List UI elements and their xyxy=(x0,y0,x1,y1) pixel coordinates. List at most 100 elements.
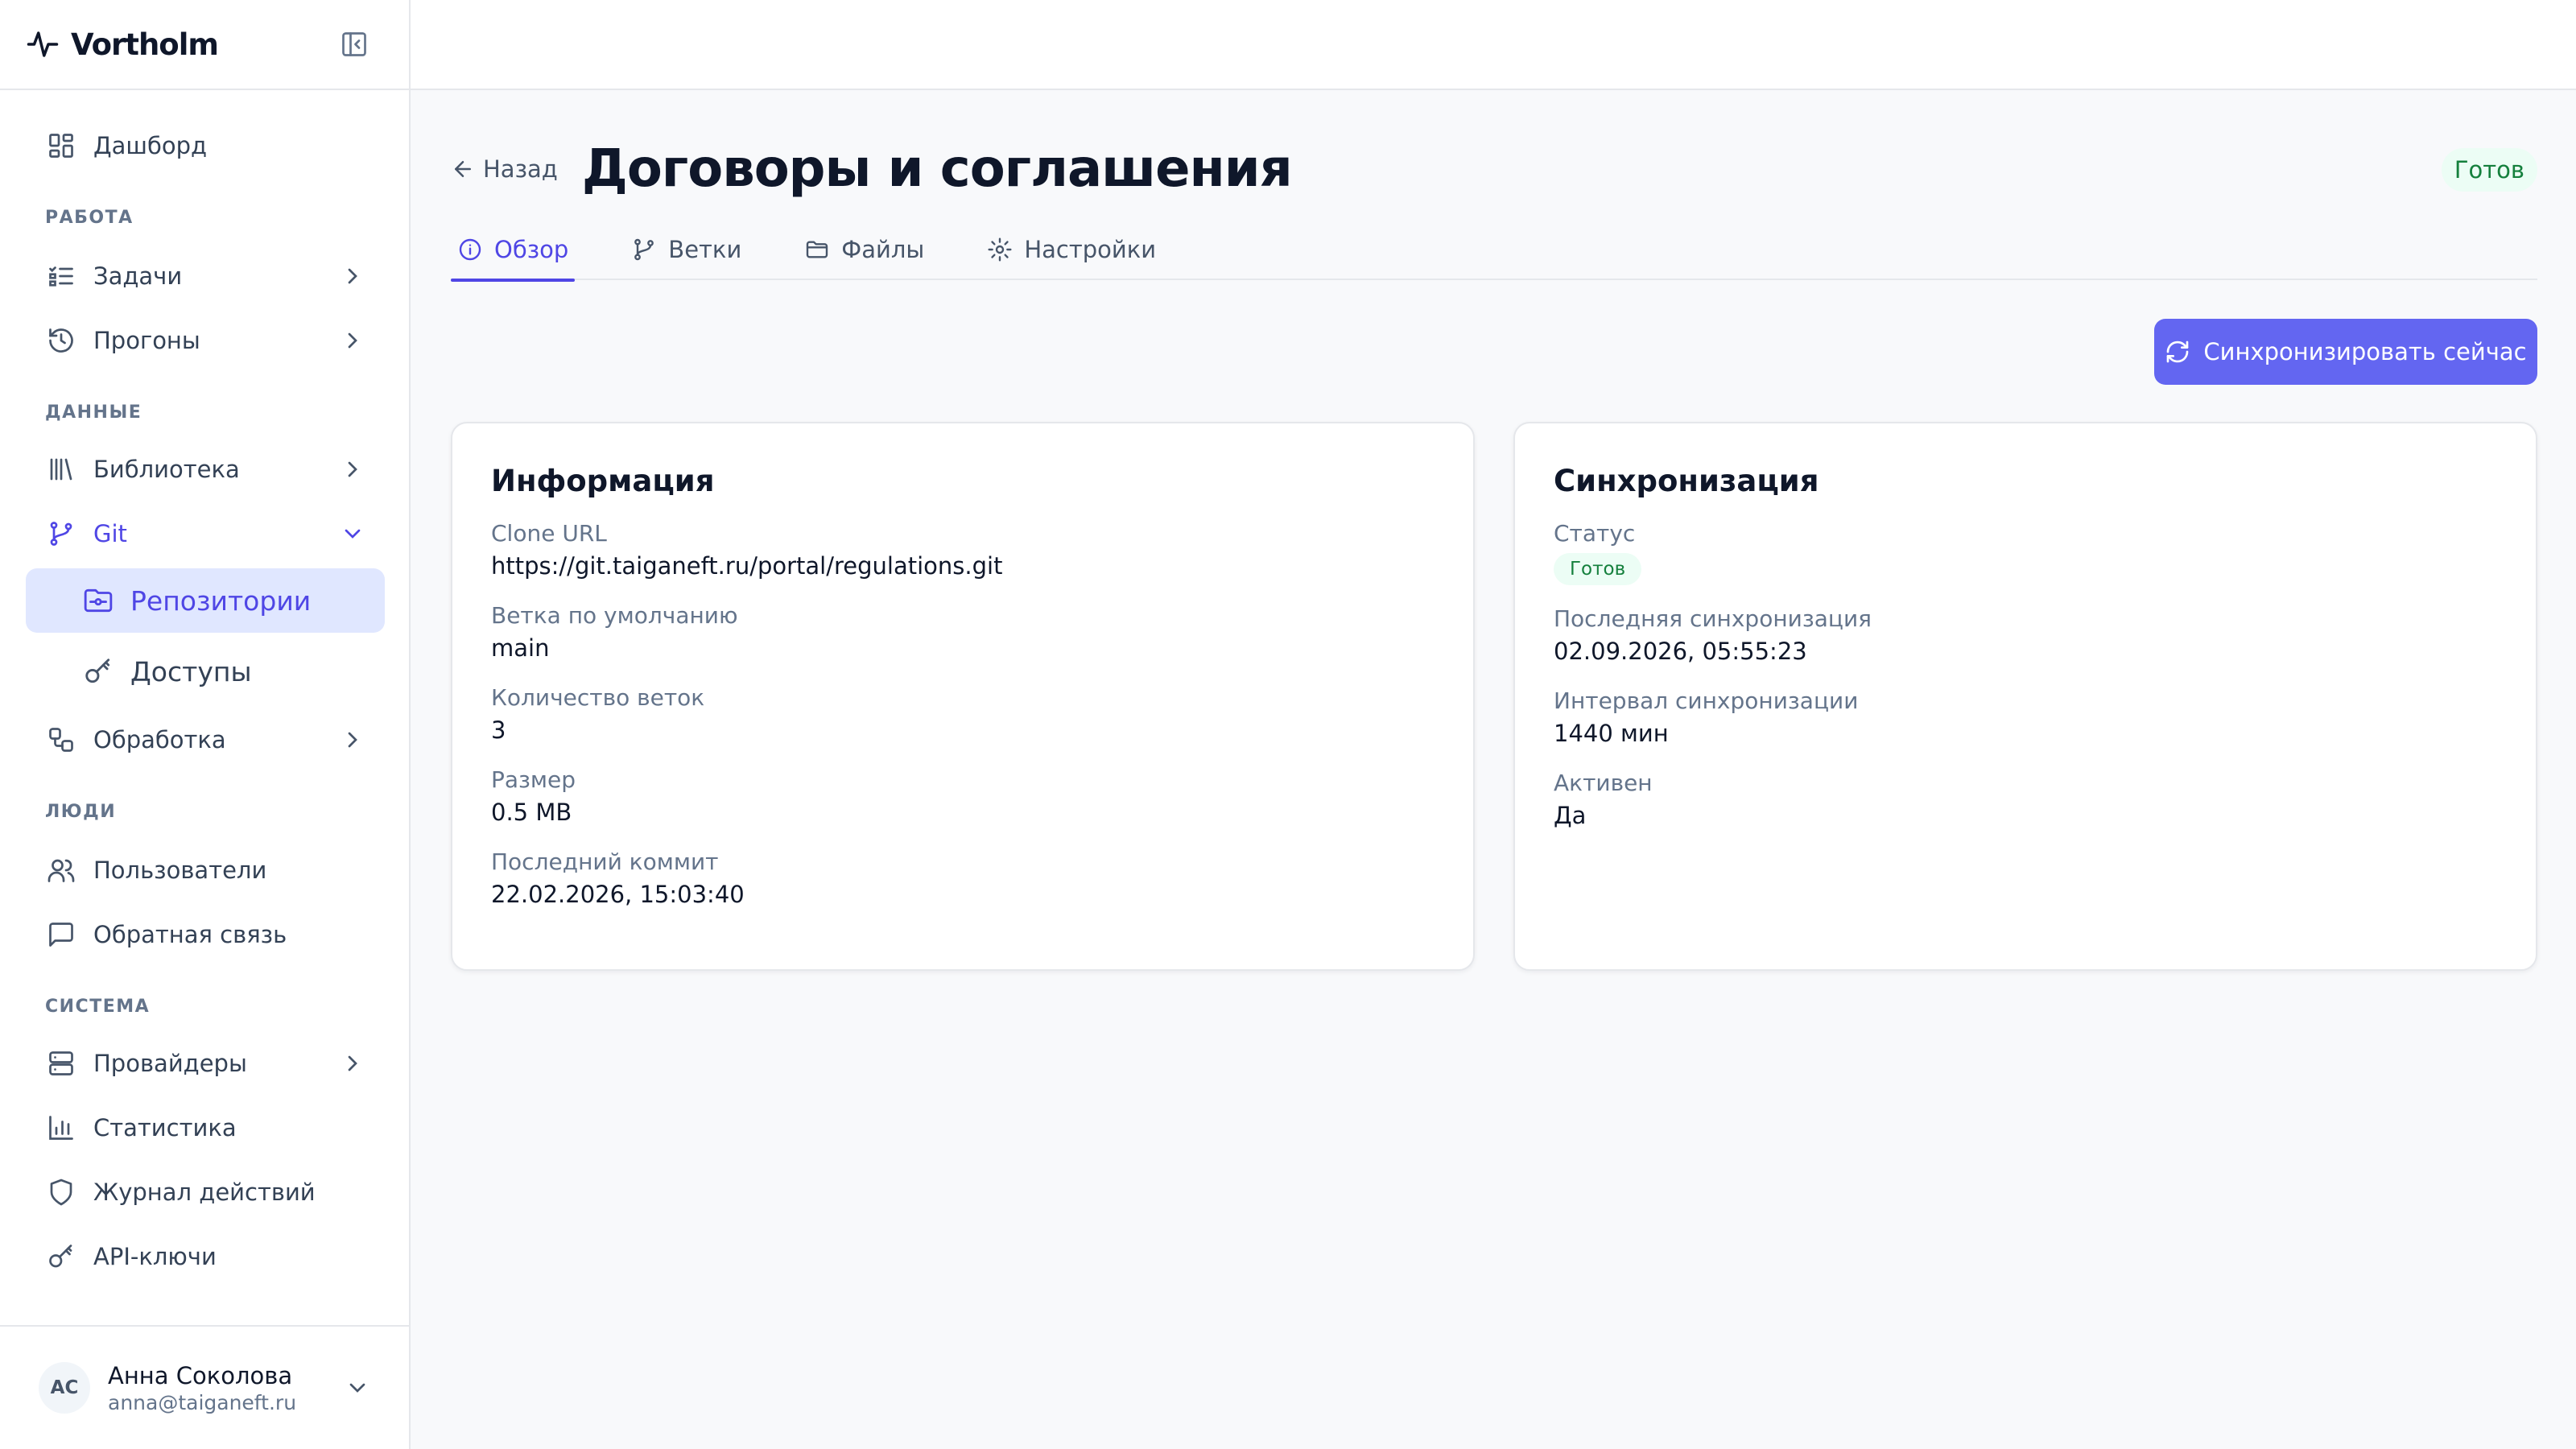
app-name: Vortholm xyxy=(71,27,219,62)
clone-url-field: Clone URL https://git.taiganeft.ru/porta… xyxy=(491,518,1435,582)
arrow-left-icon xyxy=(451,157,475,181)
sidebar-item-label: Обработка xyxy=(93,726,226,753)
sidebar-item-users[interactable]: Пользователи xyxy=(26,840,385,900)
history-icon xyxy=(45,324,77,357)
sidebar-item-runs[interactable]: Прогоны xyxy=(26,311,385,370)
last-commit-value: 22.02.2026, 15:03:40 xyxy=(491,881,745,908)
user-info: Анна Соколова anna@taiganeft.ru xyxy=(108,1362,345,1414)
back-link[interactable]: Назад xyxy=(451,155,558,183)
sidebar-item-label: Задачи xyxy=(93,262,183,290)
sync-now-button[interactable]: Синхронизировать сейчас xyxy=(2154,319,2537,385)
sidebar-item-stats[interactable]: Статистика xyxy=(26,1098,385,1158)
git-branch-icon xyxy=(45,518,77,550)
sidebar-item-label: Пользователи xyxy=(93,857,267,884)
sidebar-item-label: Прогоны xyxy=(93,327,200,354)
branch-icon xyxy=(631,237,657,262)
size-value: 0.5 MB xyxy=(491,799,572,826)
sidebar-header: Vortholm xyxy=(0,0,409,90)
key-icon xyxy=(45,1241,77,1273)
last-sync-value: 02.09.2026, 05:55:23 xyxy=(1554,638,1807,665)
field-label: Количество веток xyxy=(491,684,705,711)
key-icon xyxy=(82,655,114,687)
dashboard-icon xyxy=(45,130,77,162)
sidebar-item-label: Библиотека xyxy=(93,456,240,483)
refresh-icon xyxy=(2165,339,2190,365)
sidebar-item-access[interactable]: Доступы xyxy=(26,639,385,704)
last-commit-field: Последний коммит 22.02.2026, 15:03:40 xyxy=(491,846,1435,910)
sidebar-item-library[interactable]: Библиотека xyxy=(26,440,385,499)
info-icon xyxy=(457,237,483,262)
sidebar-item-git[interactable]: Git xyxy=(26,504,385,564)
workflow-icon xyxy=(45,724,77,756)
sidebar-item-label: Доступы xyxy=(130,655,252,687)
folder-git-icon xyxy=(82,584,114,617)
section-system: СИСТЕМА xyxy=(45,997,151,1017)
tab-label: Ветки xyxy=(668,236,742,263)
back-label: Назад xyxy=(483,155,558,183)
sidebar-item-providers[interactable]: Провайдеры xyxy=(26,1034,385,1093)
sidebar-item-processing[interactable]: Обработка xyxy=(26,710,385,770)
field-label: Интервал синхронизации xyxy=(1554,687,1859,714)
tab-label: Обзор xyxy=(494,236,569,263)
status-badge: Готов xyxy=(1554,553,1642,585)
sync-now-label: Синхронизировать сейчас xyxy=(2203,338,2527,365)
sidebar-item-api-keys[interactable]: API-ключи xyxy=(26,1227,385,1286)
tab-bar: Обзор Ветки Файлы Настройки xyxy=(451,219,2537,282)
sidebar-item-label: Обратная связь xyxy=(93,921,287,948)
clone-url-value[interactable]: https://git.taiganeft.ru/portal/regulati… xyxy=(491,550,1435,582)
chevron-right-icon xyxy=(340,1051,365,1076)
sidebar-item-label: Git xyxy=(93,520,127,547)
sync-interval-field: Интервал синхронизации 1440 мин xyxy=(1554,685,2497,749)
section-work: РАБОТА xyxy=(45,208,134,228)
branch-count-value: 3 xyxy=(491,716,506,744)
user-name: Анна Соколова xyxy=(108,1361,293,1389)
chevron-right-icon xyxy=(340,263,365,289)
sidebar-item-label: Дашборд xyxy=(93,132,208,159)
sidebar-item-label: Репозитории xyxy=(130,584,312,617)
brand[interactable]: Vortholm xyxy=(26,27,219,62)
sidebar-item-feedback[interactable]: Обратная связь xyxy=(26,905,385,964)
sidebar-item-label: Журнал действий xyxy=(93,1179,316,1206)
bar-chart-icon xyxy=(45,1112,77,1144)
tab-label: Файлы xyxy=(841,236,925,263)
sidebar-item-dashboard[interactable]: Дашборд xyxy=(26,116,385,175)
sidebar-item-label: Провайдеры xyxy=(93,1050,247,1077)
active-value: Да xyxy=(1554,802,1587,829)
chevron-down-icon xyxy=(340,521,365,547)
shield-icon xyxy=(45,1176,77,1208)
sidebar-item-label: API-ключи xyxy=(93,1243,217,1270)
server-icon xyxy=(45,1047,77,1080)
gear-icon xyxy=(987,237,1013,262)
section-people: ЛЮДИ xyxy=(45,802,117,822)
sidebar-item-label: Статистика xyxy=(93,1114,237,1141)
users-icon xyxy=(45,854,77,886)
sidebar-item-tasks[interactable]: Задачи xyxy=(26,246,385,306)
tab-settings[interactable]: Настройки xyxy=(980,219,1162,280)
card-title: Информация xyxy=(491,464,715,498)
collapse-sidebar-icon[interactable] xyxy=(340,30,369,59)
card-title: Синхронизация xyxy=(1554,464,1819,498)
field-label: Активен xyxy=(1554,770,1653,796)
chevron-right-icon xyxy=(340,456,365,482)
tab-branches[interactable]: Ветки xyxy=(625,219,748,280)
section-data: ДАННЫЕ xyxy=(45,402,142,423)
tab-files[interactable]: Файлы xyxy=(798,219,931,280)
user-email: anna@taiganeft.ru xyxy=(108,1390,297,1414)
sync-card: Синхронизация Статус Готов Последняя син… xyxy=(1513,422,2537,971)
user-menu[interactable]: АС Анна Соколова anna@taiganeft.ru xyxy=(0,1325,409,1449)
tab-overview[interactable]: Обзор xyxy=(451,219,576,282)
info-card: Информация Clone URL https://git.taigane… xyxy=(451,422,1475,971)
sidebar-item-repositories[interactable]: Репозитории xyxy=(26,568,385,633)
sidebar-item-audit[interactable]: Журнал действий xyxy=(26,1162,385,1222)
page-header: Назад Договоры и соглашения Готов xyxy=(451,130,2537,208)
last-sync-field: Последняя синхронизация 02.09.2026, 05:5… xyxy=(1554,603,2497,667)
size-field: Размер 0.5 MB xyxy=(491,764,1435,828)
field-label: Clone URL xyxy=(491,520,607,547)
sync-interval-value: 1440 мин xyxy=(1554,720,1669,747)
message-square-icon xyxy=(45,919,77,951)
field-label: Последний коммит xyxy=(491,848,719,875)
list-check-icon xyxy=(45,260,77,292)
chevron-down-icon[interactable] xyxy=(345,1375,370,1401)
default-branch-field: Ветка по умолчанию main xyxy=(491,600,1435,664)
page-title: Договоры и соглашения xyxy=(581,139,1293,199)
